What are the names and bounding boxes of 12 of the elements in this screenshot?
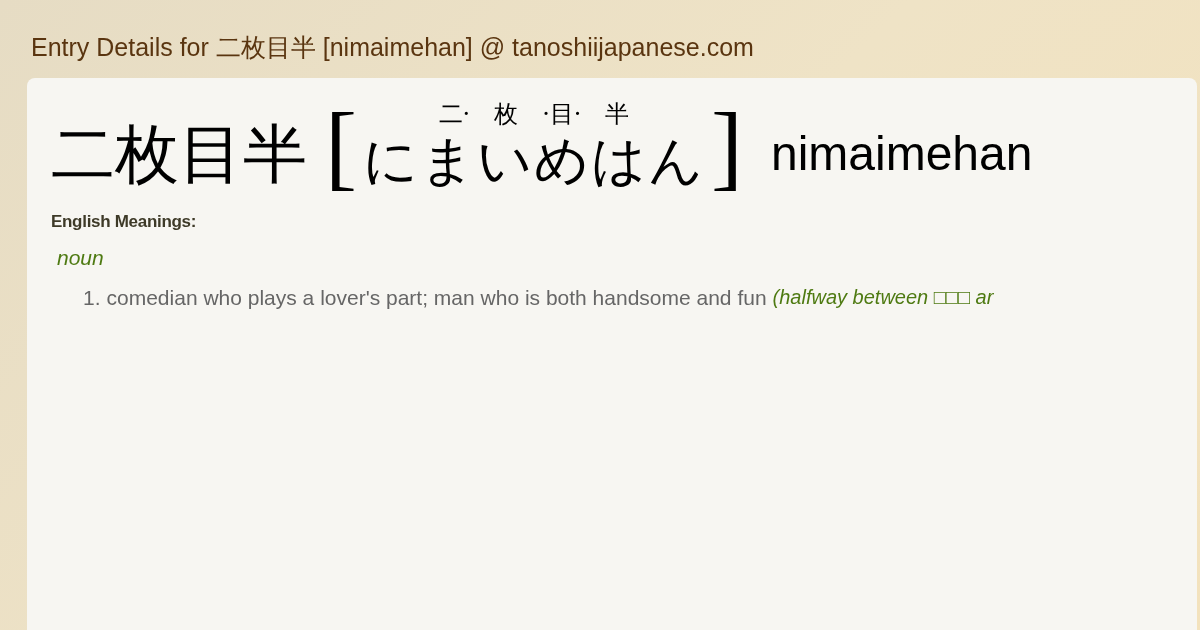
furigana: 二· 枚 ·目· 半 (438, 100, 630, 128)
part-of-speech: noun (57, 246, 105, 270)
headword: 二枚目半 (51, 116, 307, 193)
meaning-note: (halfway between □□□ ar (772, 286, 994, 310)
romaji-reading: nimaimehan (770, 126, 1033, 182)
meaning-text: comedian who plays a lover's part; man who is both handsome and fun (106, 286, 767, 310)
kana-reading: にまいめはん (362, 128, 705, 194)
page-title: Entry Details for 二枚目半 [nimaimehan] @ tanoshiijapanese.com (30, 32, 755, 63)
meanings-label: English Meanings: (51, 212, 198, 232)
bracket-open: [ (325, 98, 357, 194)
meaning-number: 1. (83, 286, 101, 310)
bracket-close: ] (710, 98, 743, 194)
